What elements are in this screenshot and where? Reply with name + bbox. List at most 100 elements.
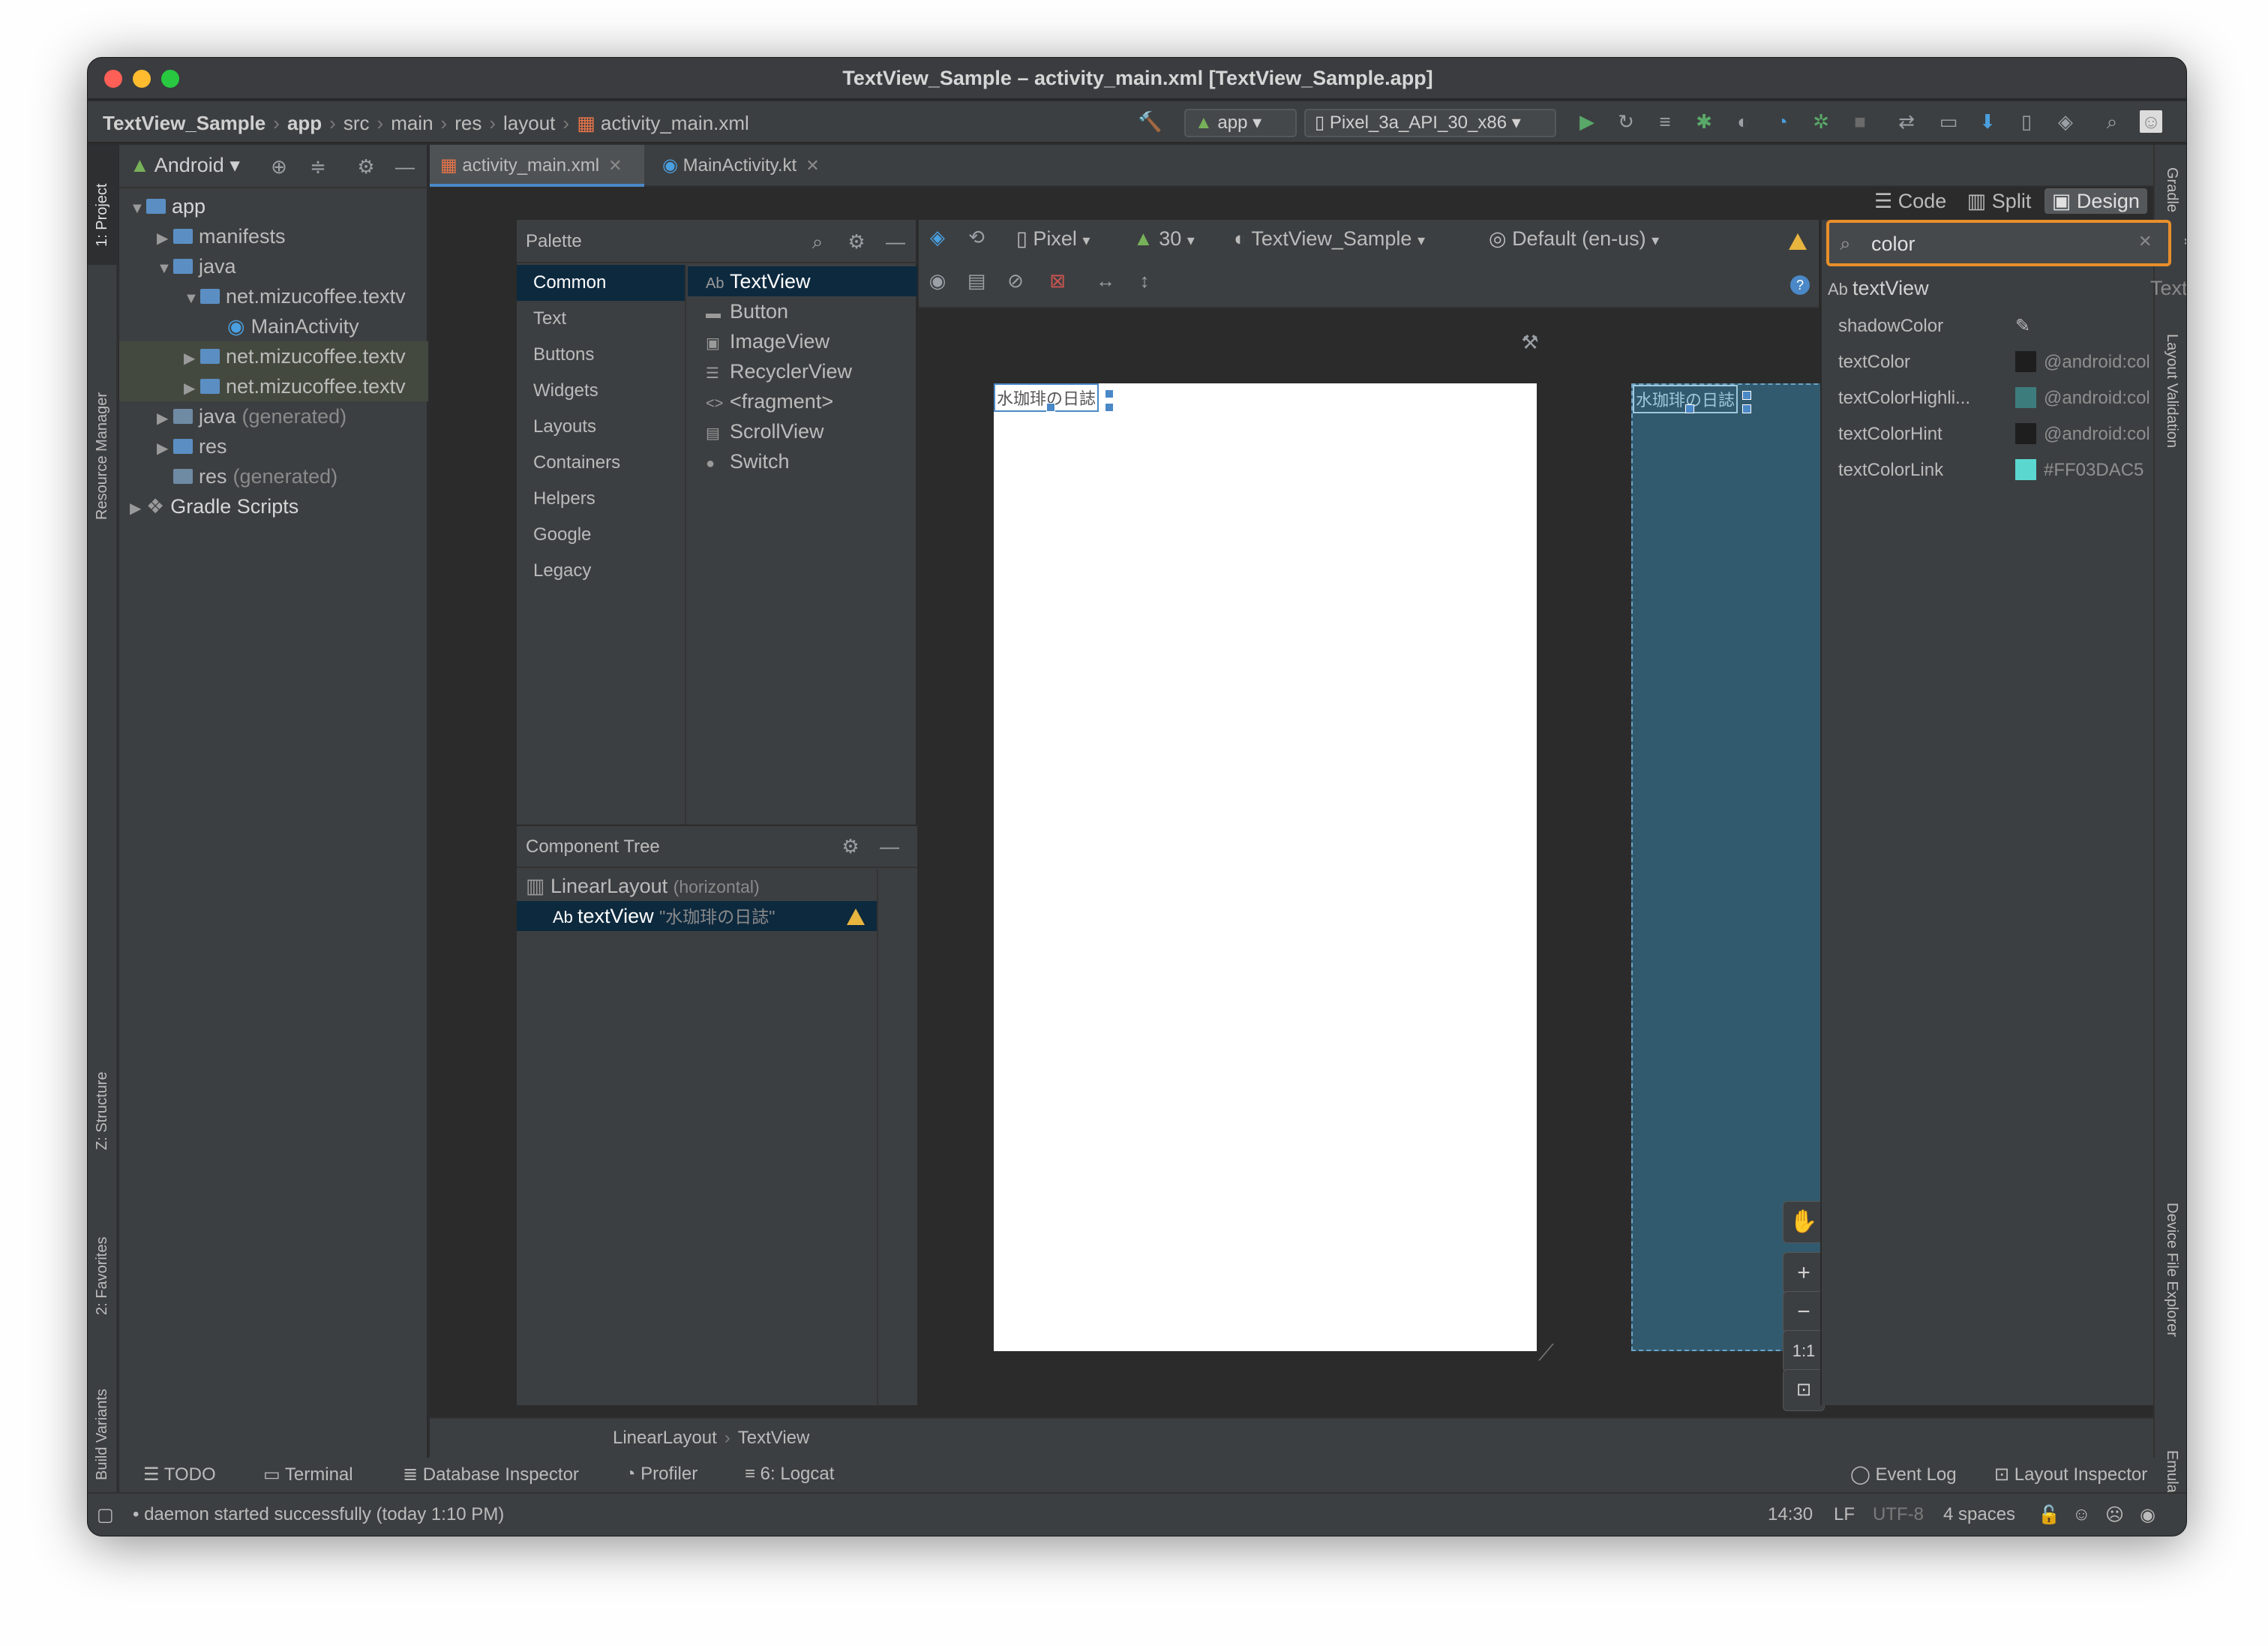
zoom-to-fit-screen-button[interactable]: ⊡ [1783, 1369, 1825, 1411]
attribute-value-field[interactable]: @android:color/sec [2015, 344, 2149, 380]
happy-face-icon[interactable]: ☺ [2072, 1504, 2091, 1525]
project-tree-item[interactable]: ▶ ❖ Gradle Scripts [119, 491, 428, 521]
indent-setting[interactable]: 4 spaces [1943, 1504, 2015, 1525]
device-dropdown[interactable]: ▯ Pixel_3a_API_30_x86 ▾ [1304, 109, 1556, 137]
view-options-eye-icon[interactable]: ◉ [926, 269, 949, 292]
palette-category[interactable]: Buttons [517, 337, 685, 373]
project-tree-item[interactable]: ▼ java [119, 251, 428, 281]
clear-search-icon[interactable]: ✕ [2138, 232, 2152, 251]
tab-mainactivity[interactable]: ◉ MainActivity.kt ✕ [652, 145, 842, 187]
lock-icon[interactable]: 🔓 [2038, 1504, 2060, 1526]
close-tab-icon[interactable]: ✕ [806, 156, 819, 175]
expand-down-icon[interactable]: ▼ [184, 284, 200, 314]
project-tree-item[interactable]: ▶ java (generated) [119, 401, 428, 431]
color-swatch[interactable] [2015, 386, 2036, 408]
attribute-row[interactable]: textColorLink #FF03DAC5 [1822, 452, 2186, 488]
pan-hand-button[interactable]: ✋ [1783, 1201, 1825, 1243]
warning-icon[interactable] [1789, 233, 1807, 250]
project-tool-button[interactable]: 1: Project [88, 145, 118, 265]
app-inspection-icon[interactable]: ◈ [2054, 110, 2077, 133]
zoom-in-button[interactable]: + [1783, 1252, 1825, 1294]
palette-item[interactable]: <> <fragment> [688, 386, 917, 416]
split-mode-button[interactable]: ▥ Split [1960, 190, 2039, 212]
database-inspector-tool-button[interactable]: ≣ Database Inspector [403, 1464, 579, 1485]
autoconnect-off-icon[interactable]: ⊘ [1004, 269, 1027, 292]
hide-panel-icon[interactable]: — [394, 155, 416, 178]
component-tree-scrollbar[interactable] [877, 870, 917, 1407]
gear-icon[interactable]: ⚙ [845, 230, 868, 253]
attribute-row[interactable]: textColorHighli... @android:color/hig [1822, 380, 2186, 416]
sync-project-icon[interactable]: ⇄ [1895, 110, 1918, 133]
breadcrumb-item[interactable]: LinearLayout [613, 1428, 717, 1448]
palette-category[interactable]: Containers [517, 445, 685, 481]
build-hammer-icon[interactable]: 🔨 [1138, 110, 1162, 133]
todo-tool-button[interactable]: ☰ TODO [143, 1464, 216, 1485]
palette-item[interactable]: ▣ ImageView [688, 326, 917, 356]
expand-right-icon[interactable]: ▶ [157, 434, 173, 464]
expand-right-icon[interactable]: ▶ [157, 224, 173, 254]
design-canvas[interactable]: ⚒ 水珈琲の日誌 ⟋ 水珈琲の日誌 ✋ + − 1:1 ⊡ [919, 308, 1856, 1411]
attribute-row[interactable]: textColor @android:color/sec [1822, 344, 2186, 380]
device-manager-icon[interactable]: ▯ [2015, 110, 2038, 133]
attribute-row[interactable]: shadowColor ✎ [1822, 308, 2186, 344]
tree-row-linearlayout[interactable]: ▥ LinearLayout (horizontal) [517, 871, 877, 901]
expand-vertical-icon[interactable]: ↕ [1133, 269, 1156, 292]
debug-icon[interactable]: ✱ [1693, 110, 1715, 133]
color-swatch[interactable] [2015, 350, 2036, 372]
breadcrumb-item[interactable]: layout [503, 112, 555, 134]
coverage-icon[interactable]: ◐ [1732, 110, 1754, 133]
logcat-tool-button[interactable]: ≡ 6: Logcat [745, 1464, 834, 1485]
stop-icon[interactable]: ■ [1849, 110, 1871, 133]
attribute-value-field[interactable]: #FF03DAC5 [2015, 452, 2149, 488]
memory-indicator-icon[interactable]: ◉ [2140, 1504, 2156, 1526]
expand-right-icon[interactable]: ▶ [157, 404, 173, 434]
design-mode-button[interactable]: ▣ Design [2044, 188, 2147, 214]
layout-inspector-tool-button[interactable]: ⊡ Layout Inspector [1994, 1464, 2147, 1485]
run-config-dropdown[interactable]: ▲ app ▾ [1184, 109, 1297, 137]
palette-category[interactable]: Google [517, 517, 685, 553]
resize-handle[interactable] [1105, 403, 1114, 412]
expand-horizontal-icon[interactable]: ↔ [1094, 269, 1117, 292]
project-tree-item[interactable]: ◉ MainActivity [119, 311, 428, 341]
build-variants-tool-button[interactable]: Build Variants [94, 1389, 111, 1480]
project-tree-item[interactable]: ▶ net.mizucoffee.textv [119, 371, 428, 401]
project-tree-item[interactable]: ▶ manifests [119, 221, 428, 251]
sad-face-icon[interactable]: ☹ [2105, 1504, 2124, 1526]
resize-corner-icon[interactable]: ⟋ [1538, 1341, 1568, 1371]
event-log-tool-button[interactable]: ◯ Event Log [1850, 1464, 1957, 1485]
search-icon[interactable]: ⌕ [2101, 110, 2123, 133]
gear-icon[interactable]: ⚙ [839, 835, 862, 858]
attach-debugger-icon[interactable]: ✲ [1810, 110, 1832, 133]
resize-handle[interactable] [1742, 391, 1751, 400]
device-file-explorer-tool-button[interactable]: Device File Explorer [2163, 1203, 2180, 1337]
terminal-tool-button[interactable]: ▭ Terminal [263, 1464, 353, 1485]
palette-category[interactable]: Helpers [517, 481, 685, 517]
palette-item[interactable]: ▤ ScrollView [688, 416, 917, 446]
account-icon[interactable]: ☺ [2140, 110, 2162, 133]
resize-handle[interactable] [1046, 403, 1055, 412]
attribute-row[interactable]: textColorHint @android:color/hin [1822, 416, 2186, 452]
status-message[interactable]: • daemon started successfully (today 1:1… [133, 1504, 504, 1525]
breadcrumb-item[interactable]: src [344, 112, 370, 134]
breadcrumb-item[interactable]: app [287, 112, 322, 134]
clear-constraints-icon[interactable]: ⊠ [1046, 269, 1069, 292]
zoom-out-button[interactable]: − [1783, 1291, 1825, 1333]
gear-icon[interactable]: ⚙ [355, 155, 377, 178]
locale-selector[interactable]: ◎ Default (en-us) ▾ [1489, 227, 1659, 251]
close-tab-icon[interactable]: ✕ [608, 156, 622, 175]
zoom-fit-button[interactable]: 1:1 [1783, 1330, 1825, 1372]
warning-icon[interactable] [847, 909, 865, 925]
apply-code-changes-icon[interactable]: ≡ [1654, 110, 1676, 133]
search-icon[interactable]: ⌕ [806, 230, 829, 253]
expand-right-icon[interactable]: ▶ [184, 344, 200, 374]
code-mode-button[interactable]: ☰ Code [1867, 190, 1954, 212]
project-tree-item[interactable]: ▶ res [119, 431, 428, 461]
project-tree-item[interactable]: ▶ net.mizucoffee.textv [119, 341, 428, 371]
profile-icon[interactable]: ◔ [1771, 110, 1793, 133]
orientation-icon[interactable]: ⟲ [965, 226, 988, 248]
gear-icon[interactable]: ⚙ [2180, 230, 2186, 253]
avd-manager-icon[interactable]: ▭ [1937, 110, 1960, 133]
gradle-tool-button[interactable]: Gradle [2163, 167, 2180, 212]
apply-changes-icon[interactable]: ↻ [1615, 110, 1637, 133]
blueprint-icon[interactable]: ▤ [965, 269, 988, 292]
